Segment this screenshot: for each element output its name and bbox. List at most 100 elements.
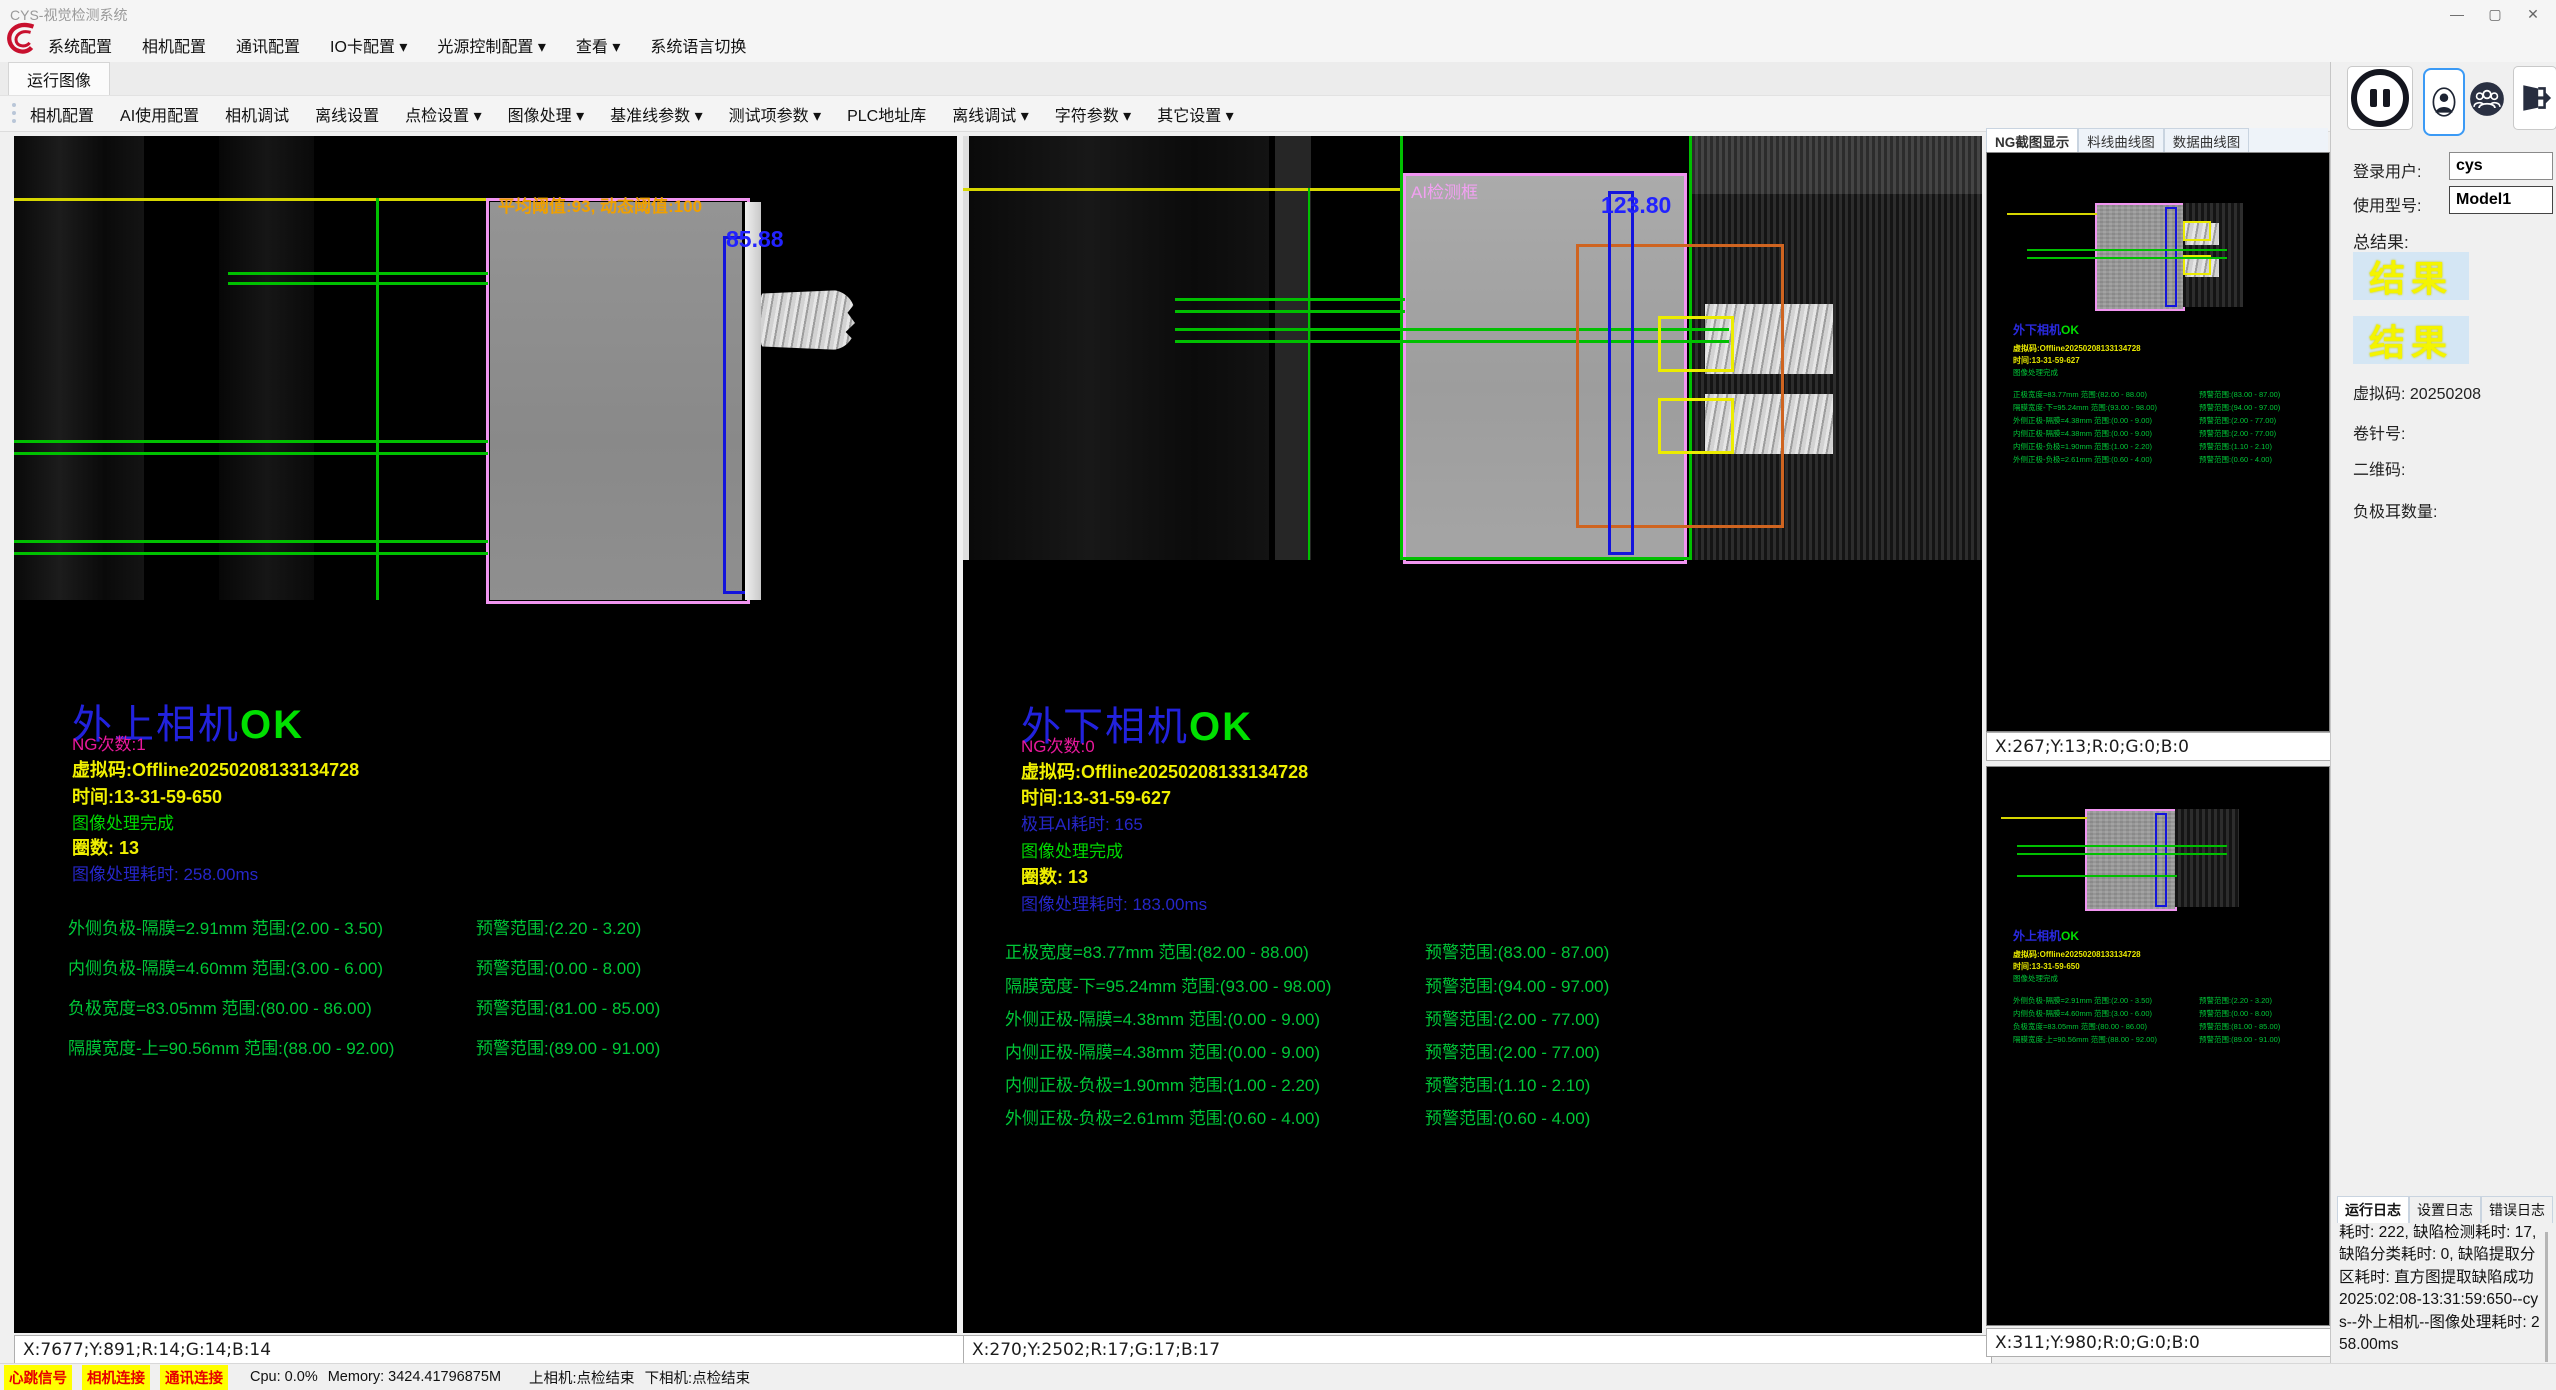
measurement-warn: 预警范围:(2.00 - 77.00) [1425, 1005, 1600, 1030]
tool-spotcheck-setting[interactable]: 点检设置 ▾ [405, 102, 481, 126]
menu-camera-config[interactable]: 相机配置 [142, 33, 206, 57]
process-cost: 图像处理耗时: 258.00ms [72, 860, 258, 885]
threshold-overlay: 平均阈值:93, 动态阈值:100 [498, 192, 702, 217]
exit-button[interactable] [2513, 66, 2556, 130]
tool-ai-use-config[interactable]: AI使用配置 [120, 102, 199, 126]
model-input[interactable] [2449, 186, 2553, 214]
login-user-input[interactable] [2449, 152, 2553, 180]
users-button[interactable] [2469, 70, 2505, 128]
right-camera-coords: X:270;Y:2502;R:17;G:17;B:17 [963, 1335, 1992, 1364]
measurement-row: 隔膜宽度-下=95.24mm 范围:(93.00 - 98.00) [1005, 972, 1331, 997]
thumb-mwarn: 预警范围:(0.60 - 4.00) [2199, 454, 2272, 465]
maximize-button[interactable]: ▢ [2476, 0, 2514, 28]
log-scrollbar[interactable] [2545, 1232, 2548, 1362]
tool-char-params[interactable]: 字符参数 ▾ [1055, 102, 1131, 126]
tool-camera-debug[interactable]: 相机调试 [225, 102, 289, 126]
thumbnail-1-coords: X:267;Y:13;R:0;G:0;B:0 [1986, 732, 2338, 761]
memory-usage: Memory: 3424.41796875M [328, 1369, 501, 1385]
right-camera-view[interactable]: AI检测框 123.80 外下相机OK NG次数:0 虚拟码:Offline20… [963, 136, 1982, 1333]
tool-offline-debug[interactable]: 离线调试 ▾ [952, 102, 1028, 126]
tab-setting-log[interactable]: 设置日志 [2409, 1196, 2481, 1223]
thumb-mwarn: 预警范围:(0.00 - 8.00) [2199, 1008, 2272, 1019]
thumb-time: 时间:13-31-59-650 [2013, 961, 2080, 972]
ng-count: NG次数:0 [1021, 732, 1095, 757]
tool-offline-setting[interactable]: 离线设置 [315, 102, 379, 126]
left-camera-view[interactable]: 平均阈值:93, 动态阈值:100 85.88 外上相机OK NG次数:1 虚拟… [14, 136, 957, 1333]
app-logo-icon [4, 20, 42, 58]
tool-image-process[interactable]: 图像处理 ▾ [508, 102, 584, 126]
app-window: CYS-视觉检测系统 — ▢ ✕ 系统配置 相机配置 通讯配置 IO卡配置 ▾ … [0, 0, 2556, 1390]
thumb-mrow: 外侧正极-负极=2.61mm 范围:(0.60 - 4.00) [2013, 454, 2152, 465]
tool-testitem-params[interactable]: 测试项参数 ▾ [729, 102, 821, 126]
tool-other-settings[interactable]: 其它设置 ▾ [1157, 102, 1233, 126]
minimize-button[interactable]: — [2438, 0, 2476, 28]
thumb-done: 图像处理完成 [2013, 973, 2058, 984]
thumb-mrow: 隔膜宽度-上=90.56mm 范围:(88.00 - 92.00) [2013, 1034, 2157, 1045]
measurement-row: 内侧负极-隔膜=4.60mm 范围:(3.00 - 6.00) [68, 954, 383, 979]
tool-baseline-params[interactable]: 基准线参数 ▾ [610, 102, 702, 126]
result-block-1: 结果 [2353, 252, 2469, 300]
thumb-mrow: 正极宽度=83.77mm 范围:(82.00 - 88.00) [2013, 389, 2147, 400]
tab-box-2 [1658, 398, 1734, 454]
tab-run-log[interactable]: 运行日志 [2337, 1196, 2409, 1223]
process-cost: 图像处理耗时: 183.00ms [1021, 890, 1207, 915]
user-button[interactable] [2423, 68, 2465, 136]
thumb-mwarn: 预警范围:(83.00 - 87.00) [2199, 389, 2280, 400]
thumb-mrow: 负极宽度=83.05mm 范围:(80.00 - 86.00) [2013, 1021, 2147, 1032]
thumb-mwarn: 预警范围:(2.00 - 77.00) [2199, 415, 2276, 426]
measurement-warn: 预警范围:(1.10 - 2.10) [1425, 1071, 1590, 1096]
measure-value-overlay: 85.88 [726, 226, 784, 253]
thumb-mrow: 内侧正极-负极=1.90mm 范围:(1.00 - 2.20) [2013, 441, 2152, 452]
menu-io-card-config[interactable]: IO卡配置 ▾ [330, 33, 407, 57]
virtual-code-line: 虚拟码: 20250208 [2353, 380, 2481, 404]
thumb-mrow: 隔膜宽度-下=95.24mm 范围:(93.00 - 98.00) [2013, 402, 2157, 413]
tab-foil [761, 290, 855, 350]
tab-error-log[interactable]: 错误日志 [2481, 1196, 2553, 1223]
ng-count: NG次数:1 [72, 730, 146, 755]
qr-code-label: 二维码: [2353, 456, 2405, 480]
model-label: 使用型号: [2353, 192, 2421, 216]
measurement-row: 外侧负极-隔膜=2.91mm 范围:(2.00 - 3.50) [68, 914, 383, 939]
menu-view[interactable]: 查看 ▾ [576, 33, 620, 57]
loop-count: 圈数: 13 [72, 834, 139, 860]
tool-plc-address[interactable]: PLC地址库 [847, 102, 926, 126]
menu-light-config[interactable]: 光源控制配置 ▾ [437, 33, 545, 57]
coords-text: X:311;Y:980;R:0;G:0;B:0 [1995, 1333, 2200, 1353]
ng-thumbnail-1[interactable]: 外下相机OK 虚拟码:Offline20250208133134728 时间:1… [1986, 152, 2330, 732]
tab-line-curve[interactable]: 料线曲线图 [2078, 128, 2164, 152]
menu-comm-config[interactable]: 通讯配置 [236, 33, 300, 57]
tab-ng-screenshot[interactable]: NG截图显示 [1986, 128, 2078, 152]
camera-result-ok: OK [240, 703, 304, 747]
ai-frame-label: AI检测框 [1411, 178, 1478, 203]
ng-thumbnail-2[interactable]: 外上相机OK 虚拟码:Offline20250208133134728 时间:1… [1986, 766, 2330, 1326]
thumb-time: 时间:13-31-59-627 [2013, 355, 2080, 366]
tab-run-image[interactable]: 运行图像 [8, 62, 110, 95]
tab-row: 运行图像 [0, 62, 2556, 96]
measurement-warn: 预警范围:(81.00 - 85.00) [476, 994, 660, 1019]
thumb-done: 图像处理完成 [2013, 367, 2058, 378]
menu-bar: 系统配置 相机配置 通讯配置 IO卡配置 ▾ 光源控制配置 ▾ 查看 ▾ 系统语… [0, 28, 2556, 62]
measurement-warn: 预警范围:(2.20 - 3.20) [476, 914, 641, 939]
measurement-warn: 预警范围:(83.00 - 87.00) [1425, 938, 1609, 963]
tab-data-curve[interactable]: 数据曲线图 [2164, 128, 2250, 152]
tool-camera-config[interactable]: 相机配置 [30, 102, 94, 126]
lower-camera-status: 下相机:点检结束 [645, 1367, 751, 1388]
thumb-mwarn: 预警范围:(81.00 - 85.00) [2199, 1021, 2280, 1032]
thumb-mwarn: 预警范围:(1.10 - 2.10) [2199, 441, 2272, 452]
process-done: 图像处理完成 [72, 809, 174, 834]
log-tabs: 运行日志 设置日志 错误日志 [2337, 1196, 2553, 1223]
measurement-row: 内侧正极-隔膜=4.38mm 范围:(0.00 - 9.00) [1005, 1038, 1320, 1063]
close-button[interactable]: ✕ [2514, 0, 2552, 28]
measurement-row: 负极宽度=83.05mm 范围:(80.00 - 86.00) [68, 994, 372, 1019]
menu-system-config[interactable]: 系统配置 [48, 33, 112, 57]
ai-cost: 极耳AI耗时: 165 [1021, 810, 1143, 835]
side-tabs: NG截图显示 料线曲线图 数据曲线图 [1986, 128, 2328, 152]
thumb-mwarn: 预警范围:(2.20 - 3.20) [2199, 995, 2272, 1006]
measurement-row: 内侧正极-负极=1.90mm 范围:(1.00 - 2.20) [1005, 1071, 1320, 1096]
thumb-camera-title: 外下相机OK [2013, 321, 2079, 338]
title-bar: CYS-视觉检测系统 — ▢ ✕ [0, 0, 2556, 28]
capture-time: 时间:13-31-59-627 [1021, 784, 1171, 810]
cpu-usage: Cpu: 0.0% [250, 1369, 318, 1385]
menu-language-switch[interactable]: 系统语言切换 [650, 33, 746, 57]
pause-button[interactable] [2347, 66, 2413, 130]
